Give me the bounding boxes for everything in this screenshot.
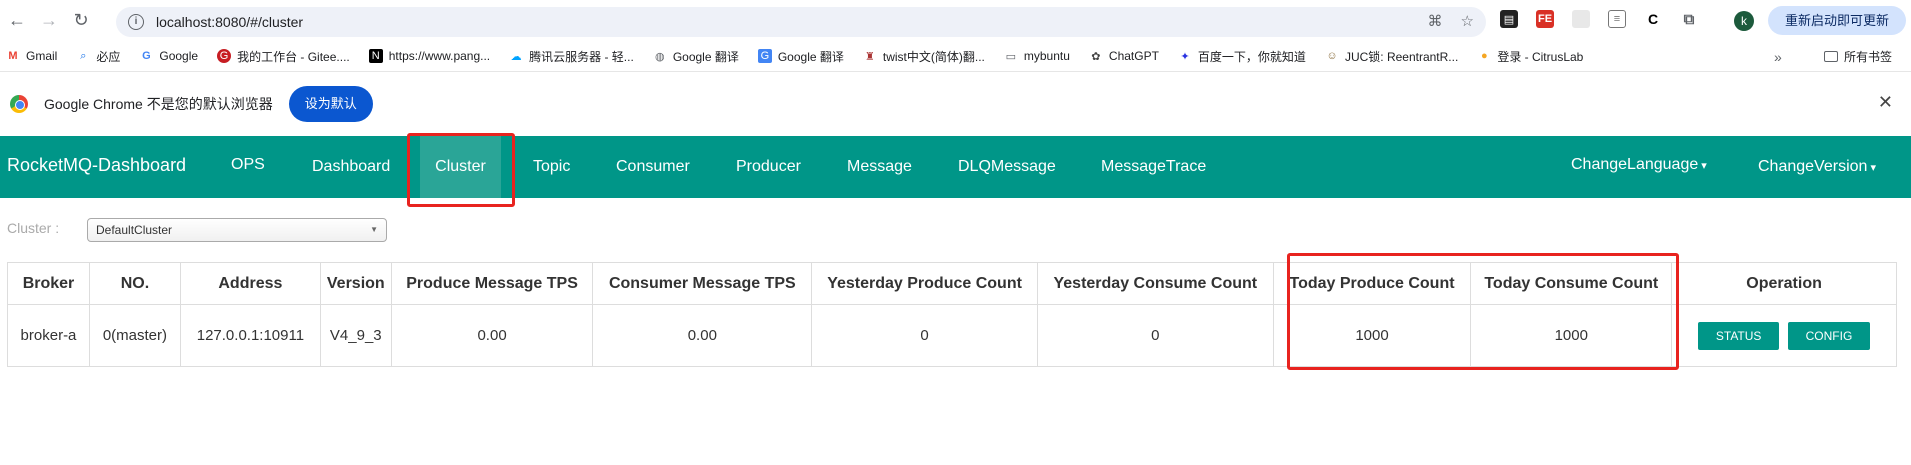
set-default-button[interactable]: 设为默认: [288, 86, 373, 122]
column-header: Today Consume Count: [1470, 262, 1673, 305]
dictionary-icon: ♜: [864, 50, 875, 63]
extensions-area: ▤ FE ≡ C ⧉: [1500, 10, 1698, 28]
column-header: Produce Message TPS: [390, 262, 594, 305]
back-icon[interactable]: ←: [2, 6, 32, 36]
close-icon[interactable]: ✕: [1878, 92, 1893, 113]
bookmark-item[interactable]: ⌕ 必应: [76, 48, 120, 65]
nav-item-cluster[interactable]: Cluster: [420, 136, 501, 198]
all-bookmarks[interactable]: 所有书签: [1824, 48, 1892, 65]
extension-icon[interactable]: [1572, 10, 1590, 28]
bookmark-item[interactable]: ◍ Google 翻译: [653, 48, 739, 65]
config-button[interactable]: CONFIG: [1787, 321, 1871, 350]
column-header: Version: [319, 262, 392, 305]
nav-item-ops[interactable]: OPS: [231, 134, 265, 196]
broker-table: Broker NO. Address Version Produce Messa…: [7, 262, 1897, 367]
table-header-row: Broker NO. Address Version Produce Messa…: [7, 262, 1897, 305]
column-header: Consumer Message TPS: [592, 262, 813, 305]
bookmark-item[interactable]: ☺ JUC锁: ReentrantR...: [1325, 48, 1458, 65]
bookmark-item[interactable]: ● 登录 - CitrusLab: [1477, 48, 1583, 65]
broker-name-cell: broker-a: [7, 304, 90, 367]
bookmark-item[interactable]: ▭ mybuntu: [1004, 49, 1070, 63]
url-text[interactable]: localhost:8080/#/cluster: [156, 14, 303, 30]
extension-icon[interactable]: FE: [1536, 10, 1554, 28]
folder-icon: [1824, 51, 1838, 62]
folder-icon: ▭: [1005, 50, 1017, 63]
column-header: Operation: [1671, 262, 1897, 305]
notion-icon: N: [368, 49, 383, 63]
chrome-logo-icon: [10, 95, 28, 113]
site-info-icon[interactable]: i: [128, 14, 144, 30]
column-header: Yesterday Produce Count: [811, 262, 1038, 305]
citrus-icon: ●: [1480, 50, 1488, 62]
nav-item-messagetrace[interactable]: MessageTrace: [1101, 136, 1206, 198]
profile-avatar[interactable]: k: [1734, 11, 1754, 31]
search-icon: ⌕: [80, 49, 87, 62]
more-bookmarks-icon[interactable]: »: [1774, 49, 1782, 65]
column-header: Yesterday Consume Count: [1036, 262, 1274, 305]
column-header: Today Produce Count: [1272, 262, 1472, 305]
infobar-message: Google Chrome 不是您的默认浏览器: [44, 96, 273, 112]
chevron-down-icon: ▼: [370, 225, 378, 234]
extension-icon[interactable]: ▤: [1500, 10, 1518, 28]
extension-icon[interactable]: C: [1644, 10, 1662, 28]
bookmark-item[interactable]: ✦ 百度一下，你就知道: [1178, 48, 1306, 65]
bookmark-item[interactable]: M Gmail: [6, 49, 57, 63]
consumer-tps-cell: 0.00: [592, 304, 813, 367]
bookmark-item[interactable]: ☁ 腾讯云服务器 - 轻...: [509, 48, 634, 65]
address-bar[interactable]: i localhost:8080/#/cluster ⌘ ☆: [116, 7, 1486, 37]
bookmark-star-icon[interactable]: ☆: [1461, 12, 1474, 30]
operation-cell: STATUS CONFIG: [1671, 304, 1897, 367]
puzzle-icon[interactable]: ⧉: [1680, 10, 1698, 28]
table-row: broker-a 0(master) 127.0.0.1:10911 V4_9_…: [7, 304, 1897, 367]
address-cell: 127.0.0.1:10911: [179, 304, 321, 367]
update-button[interactable]: 重新启动即可更新: [1768, 6, 1906, 35]
browser-toolbar: ← → ↻ i localhost:8080/#/cluster ⌘ ☆ ▤ F…: [0, 0, 1911, 41]
bookmarks-bar: M Gmail ⌕ 必应 G Google G 我的工作台 - Gitee.... Nh…: [0, 41, 1911, 72]
bookmark-item[interactable]: Nhttps://www.pang...: [368, 49, 490, 63]
today-produce-cell: 1000: [1272, 304, 1472, 367]
globe-icon: ◍: [655, 50, 665, 63]
gitee-icon: G: [217, 49, 232, 63]
change-version-dropdown[interactable]: ChangeVersion: [1758, 136, 1876, 198]
translate-icon: G: [757, 49, 772, 63]
broker-no-cell: 0(master): [88, 304, 181, 367]
gmail-icon: M: [8, 50, 18, 62]
forward-icon[interactable]: →: [34, 6, 64, 36]
reload-icon[interactable]: ↻: [66, 6, 96, 36]
cluster-label: Cluster :: [7, 220, 60, 236]
version-cell: V4_9_3: [319, 304, 392, 367]
nav-item-dlqmessage[interactable]: DLQMessage: [958, 136, 1056, 198]
column-header: NO.: [88, 262, 181, 305]
app-navbar: RocketMQ-Dashboard OPS Dashboard Cluster…: [0, 136, 1911, 198]
nav-item-message[interactable]: Message: [847, 136, 912, 198]
baidu-icon: ✦: [1180, 50, 1190, 63]
bookmark-item[interactable]: G Google: [139, 49, 198, 63]
cluster-select-value: DefaultCluster: [96, 223, 173, 237]
status-button[interactable]: STATUS: [1697, 321, 1780, 350]
bookmark-item[interactable]: G Google 翻译: [757, 48, 844, 65]
nav-item-consumer[interactable]: Consumer: [616, 136, 690, 198]
default-browser-infobar: Google Chrome 不是您的默认浏览器 设为默认 ✕: [0, 72, 1911, 136]
column-header: Broker: [7, 262, 90, 305]
cloud-icon: ☁: [510, 50, 522, 63]
bookmark-item[interactable]: G 我的工作台 - Gitee....: [217, 48, 350, 65]
bookmark-item[interactable]: ✿ ChatGPT: [1089, 49, 1159, 63]
avatar-icon: ☺: [1326, 50, 1338, 62]
yesterday-produce-cell: 0: [811, 304, 1038, 367]
nav-item-dashboard[interactable]: Dashboard: [312, 136, 390, 198]
nav-item-topic[interactable]: Topic: [533, 136, 570, 198]
chatgpt-icon: ✿: [1091, 50, 1101, 63]
bookmark-item[interactable]: ♜ twist中文(简体)翻...: [863, 48, 985, 65]
produce-tps-cell: 0.00: [390, 304, 594, 367]
cluster-select[interactable]: DefaultCluster ▼: [87, 218, 387, 242]
today-consume-cell: 1000: [1470, 304, 1673, 367]
nav-item-producer[interactable]: Producer: [736, 136, 801, 198]
translate-page-icon[interactable]: ⌘: [1428, 12, 1443, 30]
brand-title[interactable]: RocketMQ-Dashboard: [7, 155, 186, 176]
yesterday-consume-cell: 0: [1036, 304, 1274, 367]
column-header: Address: [179, 262, 321, 305]
change-language-dropdown[interactable]: ChangeLanguage: [1571, 134, 1707, 196]
extension-icon[interactable]: ≡: [1608, 10, 1626, 28]
google-icon: G: [142, 50, 151, 62]
